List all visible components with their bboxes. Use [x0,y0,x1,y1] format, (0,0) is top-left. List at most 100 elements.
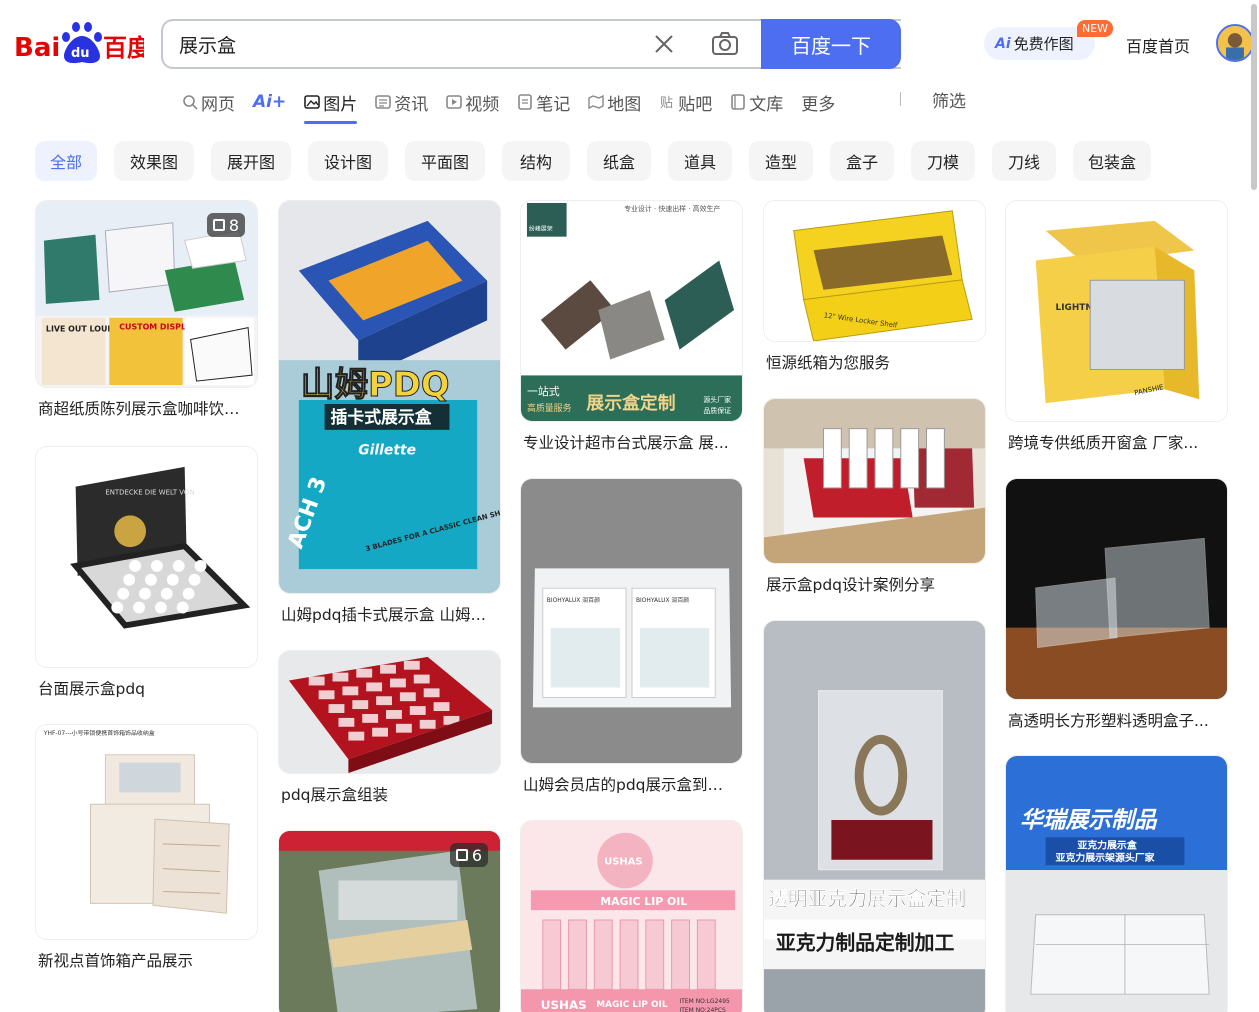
svg-text:YHF-07---小号带锁便携首饰箱饰品收纳盒: YHF-07---小号带锁便携首饰箱饰品收纳盒 [43,729,155,737]
tab-label: 图片 [323,94,358,115]
chip-12[interactable]: 包装盒 [1073,141,1151,181]
vertical-tabs: 网页 Ai+ 图片 资讯 视频 笔记 地图贴贴吧 文库 更多 [182,86,853,124]
clear-icon[interactable] [653,33,675,55]
chip-9[interactable]: 盒子 [830,141,894,181]
scrollbar[interactable] [1251,4,1257,190]
result-card[interactable]: LIVE OUT LOUD CUSTOM DISPLAY BOXES 8 商超纸质… [35,200,258,419]
result-caption[interactable]: 展示盒pdq设计案例分享 [763,573,986,595]
svg-text:透明亚克力展示盒定制: 透明亚克力展示盒定制 [768,888,966,911]
result-card[interactable]: 12" Wire Locker Shelf 恒源纸箱为您服务 [763,200,986,373]
result-card[interactable]: 透明亚克力展示盒定制 亚克力制品定制加工 [763,620,986,1012]
svg-text:亚克力展示架源头厂家: 亚克力展示架源头厂家 [1056,851,1155,864]
chip-6[interactable]: 纸盒 [587,141,651,181]
result-card[interactable]: 展示盒pdq设计案例分享 [763,398,986,595]
result-image[interactable]: ENTDECKE DIE WELT VON [35,446,258,668]
paw-icon: du [62,22,102,64]
result-card[interactable]: 山姆PDQ 插卡式展示盒 Gillette 3 BLADES FOR A CLA… [278,200,501,625]
news-icon [375,95,392,109]
result-card[interactable]: 华瑞展示制品 亚克力展示盒 亚克力展示架源头厂家 [1005,755,1228,1012]
search-input[interactable] [179,21,639,67]
result-card[interactable]: USHAS MAGIC LIP OIL USHAS MAGIC LIP OIL … [520,820,743,1012]
svg-text:亚克力展示盒: 亚克力展示盒 [1077,838,1136,851]
result-caption[interactable]: 商超纸质陈列展示盒咖啡饮料... [35,397,258,419]
tab-4[interactable]: 视频 [446,88,499,116]
result-image[interactable] [1005,478,1228,700]
result-caption[interactable]: 专业设计超市台式展示盒 展... [520,431,743,453]
svg-text:展示盒定制: 展示盒定制 [586,392,675,414]
tab-0[interactable]: 网页 [182,88,235,116]
result-card[interactable]: ENTDECKE DIE WELT VON 台面展示盒pdq [35,446,258,699]
avatar[interactable] [1216,24,1254,62]
tieba-icon: 贴 [660,96,673,110]
baidu-logo[interactable]: Bai du 百度 [14,22,144,66]
result-image[interactable] [763,398,986,564]
tab-7[interactable]: 贴贴吧 [659,88,712,116]
result-image[interactable]: LIVE OUT LOUD CUSTOM DISPLAY BOXES 8 [35,200,258,388]
result-card[interactable]: BIOHYALUX 润百颜 BIOHYALUX 润百颜 山姆会员店的pdq展示盒… [520,478,743,795]
result-caption[interactable]: 跨境专供纸质开窗盒 厂家... [1005,431,1228,453]
result-image[interactable] [278,650,501,774]
tab-9[interactable]: 更多 [801,88,835,116]
chip-11[interactable]: 刀线 [992,141,1056,181]
camera-icon[interactable] [711,31,739,57]
result-caption[interactable]: 新视点首饰箱产品展示 [35,949,258,971]
result-image[interactable]: LIGHTNING CABLE PANSHIE [1005,200,1228,422]
tab-1[interactable]: Ai+ [253,88,286,116]
search-button[interactable]: 百度一下 [761,19,901,69]
baidu-home-link[interactable]: 百度首页 [1126,33,1190,57]
ai-draw-label: 免费作图 [1013,35,1074,53]
result-card[interactable]: 高透明长方形塑料透明盒子... [1005,478,1228,731]
ai-icon: Ai [995,35,1011,52]
result-caption[interactable]: pdq展示盒组装 [278,783,501,805]
result-caption[interactable]: 台面展示盒pdq [35,677,258,699]
result-image[interactable]: 透明亚克力展示盒定制 亚克力制品定制加工 [763,620,986,1012]
result-image[interactable]: 6 [278,830,501,1012]
filter-link[interactable]: 筛选 [932,87,966,112]
result-image[interactable]: YHF-07---小号带锁便携首饰箱饰品收纳盒 [35,724,258,940]
result-card[interactable]: 专业设计 · 快速出样 · 高效生产 纷峰展架 一站式 高质量服务 展示盒定制 … [520,200,743,453]
chip-5[interactable]: 结构 [502,141,570,181]
chip-3[interactable]: 设计图 [308,141,388,181]
video-icon [446,95,463,109]
result-caption[interactable]: 山姆pdq插卡式展示盒 山姆pd... [278,603,501,625]
chip-7[interactable]: 道具 [668,141,732,181]
new-badge: NEW [1077,20,1114,37]
result-caption[interactable]: 山姆会员店的pdq展示盒到底... [520,773,743,795]
result-card[interactable]: YHF-07---小号带锁便携首饰箱饰品收纳盒 新视点首饰箱产品展示 [35,724,258,971]
svg-text:MAGIC LIP OIL: MAGIC LIP OIL [600,895,687,908]
tab-6[interactable]: 地图 [588,88,641,116]
tab-label: 地图 [607,94,642,115]
chip-10[interactable]: 刀模 [911,141,975,181]
tab-8[interactable]: 文库 [730,88,783,116]
tab-2[interactable]: 图片 [304,88,358,124]
result-image[interactable]: BIOHYALUX 润百颜 BIOHYALUX 润百颜 [520,478,743,764]
tab-label: 网页 [201,94,235,115]
chip-0[interactable]: 全部 [35,141,97,181]
result-card[interactable]: LIGHTNING CABLE PANSHIE 跨境专供纸质开窗盒 厂家... [1005,200,1228,453]
svg-text:华瑞展示制品: 华瑞展示制品 [1020,807,1158,833]
result-card[interactable]: 6 [278,830,501,1012]
svg-text:品质保证: 品质保证 [703,406,731,415]
result-image[interactable]: 专业设计 · 快速出样 · 高效生产 纷峰展架 一站式 高质量服务 展示盒定制 … [520,200,743,422]
result-thumbnail [764,399,985,563]
result-caption[interactable]: 恒源纸箱为您服务 [763,351,986,373]
result-image[interactable]: 山姆PDQ 插卡式展示盒 Gillette 3 BLADES FOR A CLA… [278,200,501,594]
logo-latin: Bai [14,33,60,63]
result-card[interactable]: pdq展示盒组装 [278,650,501,805]
result-caption[interactable]: 高透明长方形塑料透明盒子... [1005,709,1228,731]
result-thumbnail: YHF-07---小号带锁便携首饰箱饰品收纳盒 [36,725,257,939]
tab-label: Ai+ [253,92,287,112]
chip-4[interactable]: 平面图 [405,141,485,181]
chip-1[interactable]: 效果图 [114,141,194,181]
result-thumbnail [279,651,500,773]
chip-8[interactable]: 造型 [749,141,813,181]
tab-5[interactable]: 笔记 [517,88,570,116]
svg-text:专业设计 · 快速出样 · 高效生产: 专业设计 · 快速出样 · 高效生产 [624,204,720,213]
result-thumbnail: 华瑞展示制品 亚克力展示盒 亚克力展示架源头厂家 [1006,756,1227,1012]
result-image[interactable]: 12" Wire Locker Shelf [763,200,986,342]
result-image[interactable]: 华瑞展示制品 亚克力展示盒 亚克力展示架源头厂家 [1005,755,1228,1012]
svg-text:du: du [71,46,90,61]
tab-3[interactable]: 资讯 [375,88,428,116]
chip-2[interactable]: 展开图 [211,141,291,181]
result-image[interactable]: USHAS MAGIC LIP OIL USHAS MAGIC LIP OIL … [520,820,743,1012]
